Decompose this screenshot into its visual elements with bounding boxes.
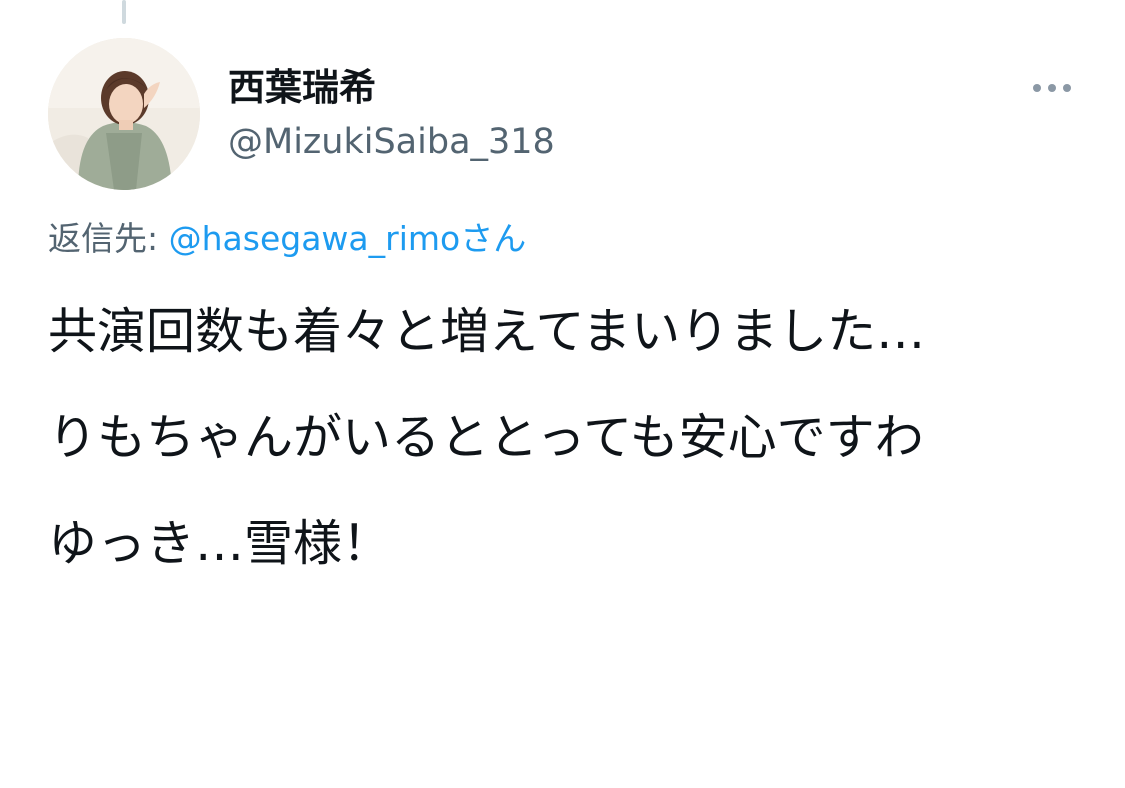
tweet-text: 共演回数も着々と増えてまいりました… りもちゃんがいるととっても安心ですわ ゆっ… [48,290,1068,608]
tweet-paragraph: ゆっき…雪様！ [48,515,392,572]
replying-to-line: 返信先: @hasegawa_rimoさん [48,214,526,264]
thread-connector-line [122,0,126,24]
tweet: 西葉瑞希 @MizukiSaiba_318 返信先: @hasegawa_rim… [0,0,1125,788]
more-horizontal-icon [1033,84,1041,92]
reply-mention-suffix[interactable]: さん [460,219,526,258]
avatar-image [48,38,200,190]
reply-prefix: 返信先: [48,219,169,258]
more-horizontal-icon-dot [1063,84,1071,92]
reply-mention-link[interactable]: @hasegawa_rimo [169,219,461,258]
author-handle[interactable]: @MizukiSaiba_318 [228,118,555,166]
tweet-paragraph: りもちゃんがいるととっても安心ですわ [48,409,924,466]
author-display-name[interactable]: 西葉瑞希 [228,64,376,112]
more-options-button[interactable] [1022,70,1082,106]
tweet-paragraph: 共演回数も着々と増えてまいりました… [48,303,926,360]
avatar[interactable] [48,38,200,190]
more-horizontal-icon-dot [1048,84,1056,92]
